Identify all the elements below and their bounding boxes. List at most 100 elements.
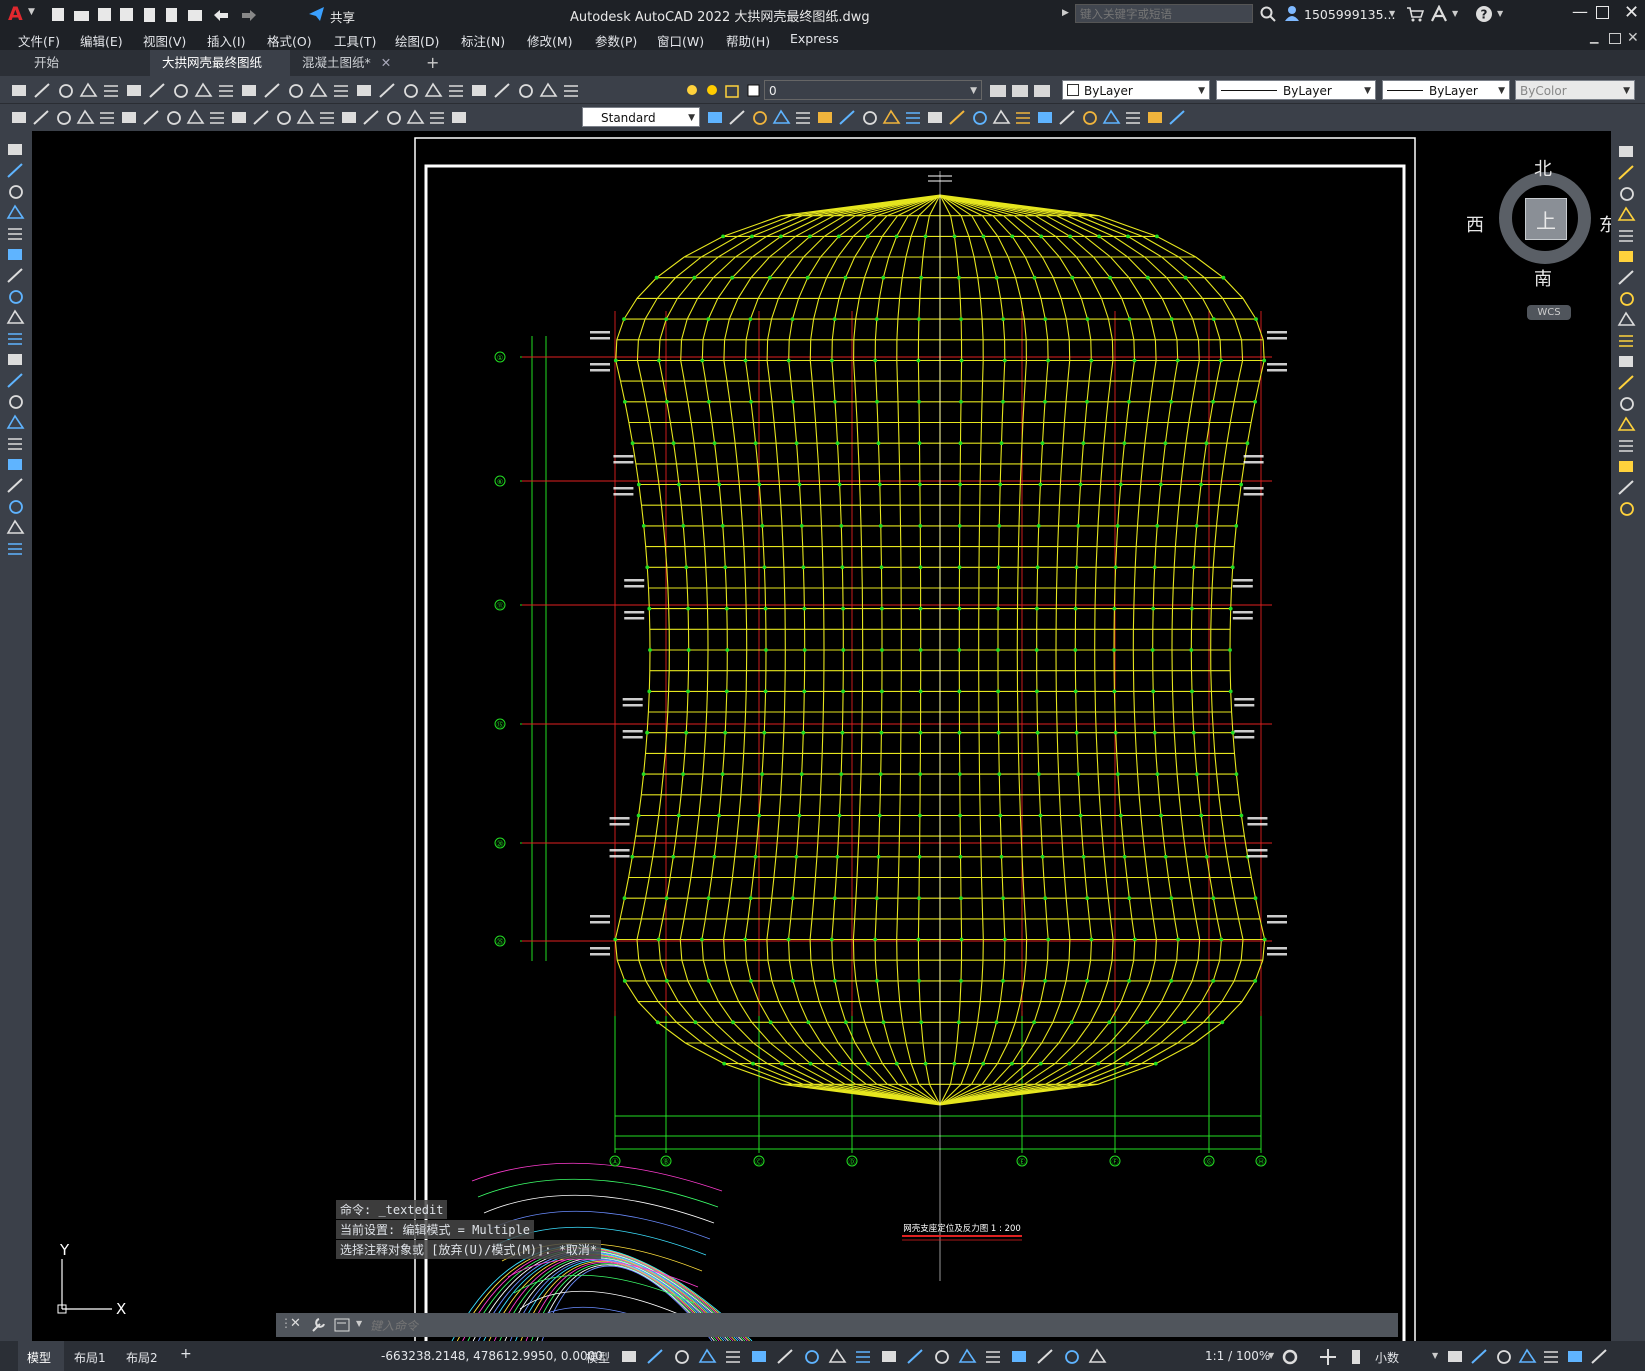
- layout-tab-layout1[interactable]: 布局1: [68, 1341, 116, 1371]
- gear-icon[interactable]: [1282, 1349, 1298, 1365]
- viewcube-top-face[interactable]: 上: [1525, 198, 1567, 240]
- plot-icon[interactable]: [79, 82, 98, 97]
- polygon-icon[interactable]: [6, 204, 25, 219]
- doc-restore-icon[interactable]: [1609, 33, 1621, 44]
- grid-icon[interactable]: [622, 1351, 636, 1362]
- publish-icon[interactable]: [127, 85, 141, 96]
- autodesk-app-icon[interactable]: [1430, 5, 1448, 23]
- selection-filter-icon[interactable]: [986, 1351, 1000, 1363]
- ellipse-icon[interactable]: [8, 333, 22, 345]
- new-file-icon[interactable]: [52, 8, 64, 21]
- search-expand-icon[interactable]: ▶: [1062, 8, 1069, 18]
- dim-style-icon[interactable]: [452, 112, 466, 123]
- minimize-icon[interactable]: —: [1572, 2, 1588, 21]
- gizmo-icon[interactable]: [1012, 1351, 1026, 1362]
- save-as-icon[interactable]: [120, 8, 133, 21]
- planar-surface-icon[interactable]: [882, 109, 901, 124]
- lineweight-dropdown[interactable]: ByLayer ▼: [1382, 80, 1510, 100]
- chevron-down-icon[interactable]: ▼: [1268, 1351, 1274, 1360]
- lock-ui-icon[interactable]: [1471, 1349, 1487, 1364]
- 3d-move-icon[interactable]: [1083, 111, 1097, 125]
- hatch-icon[interactable]: [8, 438, 22, 450]
- dynamic-ucs-icon[interactable]: [958, 1348, 977, 1363]
- open-icon[interactable]: [34, 83, 50, 98]
- torus-icon[interactable]: [818, 112, 832, 123]
- loft-icon[interactable]: [992, 109, 1011, 124]
- jogged-dim-icon[interactable]: [122, 112, 136, 123]
- plotstyle-dropdown[interactable]: ByColor ▼: [1515, 80, 1635, 100]
- layer-freeze-icon[interactable]: [707, 85, 717, 95]
- angular-dim-icon[interactable]: [167, 111, 181, 125]
- help-icon[interactable]: ?: [1475, 5, 1493, 23]
- textstyle-dropdown[interactable]: Standard ▼: [582, 107, 700, 127]
- copy-object-icon[interactable]: [1618, 165, 1634, 180]
- doc-close-icon[interactable]: ✕: [1627, 30, 1639, 46]
- zoom-realtime-icon[interactable]: [334, 85, 348, 97]
- hardware-acceleration-icon[interactable]: [1568, 1351, 1582, 1362]
- region-icon[interactable]: [7, 478, 23, 493]
- tab-start[interactable]: 开始: [22, 50, 152, 76]
- block-editor-icon[interactable]: [242, 85, 256, 96]
- properties-icon[interactable]: [404, 84, 418, 98]
- insert-block-icon[interactable]: [7, 373, 23, 388]
- user-icon[interactable]: [1284, 5, 1300, 22]
- stretch-icon[interactable]: [1617, 311, 1636, 326]
- markup-icon[interactable]: [494, 83, 510, 98]
- units-dropdown[interactable]: 小数: [1375, 1349, 1399, 1366]
- search-input[interactable]: [1075, 4, 1253, 23]
- sphere-icon[interactable]: [772, 109, 791, 124]
- tolerance-icon[interactable]: [296, 109, 315, 124]
- layer-lock-icon[interactable]: [725, 85, 739, 98]
- menu-insert[interactable]: 插入(I): [207, 31, 245, 50]
- zoom-window-icon[interactable]: [357, 85, 371, 96]
- clean-screen-icon[interactable]: [1544, 1351, 1558, 1363]
- object-snap-icon[interactable]: [828, 1348, 847, 1363]
- help-chevron-icon[interactable]: ▼: [1497, 9, 1503, 18]
- help-icon[interactable]: [539, 82, 558, 97]
- ordinate-dim-icon[interactable]: [76, 109, 95, 124]
- close-icon[interactable]: ✕: [290, 1316, 301, 1331]
- menu-tools[interactable]: 工具(T): [334, 31, 376, 50]
- arc-length-icon[interactable]: [57, 111, 71, 125]
- move-icon[interactable]: [1619, 251, 1633, 262]
- model-space-toggle[interactable]: 模型: [586, 1349, 610, 1366]
- new-tab-button[interactable]: +: [426, 53, 439, 72]
- make-block-icon[interactable]: [9, 395, 23, 409]
- tab-main-drawing[interactable]: 大拱网壳最终图纸*✕: [150, 50, 290, 96]
- isolate-icon[interactable]: [1352, 1350, 1360, 1364]
- chevron-down-icon[interactable]: ▼: [1432, 1351, 1438, 1360]
- join-icon[interactable]: [1617, 416, 1636, 431]
- jogged-linear-icon[interactable]: [363, 110, 379, 125]
- isodraft-icon[interactable]: [777, 1349, 793, 1364]
- menu-help[interactable]: 帮助(H): [726, 31, 770, 50]
- layer-properties-icon[interactable]: [990, 85, 1006, 97]
- annotation-scale[interactable]: 1:1 / 100%: [1205, 1349, 1270, 1363]
- share-button[interactable]: 共享: [330, 7, 355, 26]
- close-icon[interactable]: ✕: [1624, 2, 1639, 23]
- zoom-previous-icon[interactable]: [379, 83, 395, 98]
- cut-icon[interactable]: [149, 83, 165, 98]
- sheet-set-icon[interactable]: [472, 85, 486, 96]
- section-plane-icon[interactable]: [1148, 112, 1162, 123]
- dim-space-icon[interactable]: [253, 110, 269, 125]
- layout-tab-model[interactable]: 模型: [18, 1341, 64, 1371]
- share-icon[interactable]: [309, 7, 325, 21]
- menu-view[interactable]: 视图(V): [143, 31, 186, 50]
- selection-cycling-icon[interactable]: [907, 1349, 923, 1364]
- add-layout-button[interactable]: +: [180, 1346, 192, 1362]
- continue-dim-icon[interactable]: [232, 112, 246, 123]
- chamfer-icon[interactable]: [1619, 440, 1633, 452]
- break-icon[interactable]: [1620, 397, 1634, 411]
- auto-scale-icon[interactable]: [1065, 1350, 1079, 1364]
- union-icon[interactable]: [1016, 112, 1030, 124]
- viewcube[interactable]: 上 北 南 东 西 WCS: [1462, 151, 1611, 320]
- circle-icon[interactable]: [7, 268, 23, 283]
- menu-format[interactable]: 格式(O): [267, 31, 312, 50]
- dim-break-icon[interactable]: [277, 111, 291, 125]
- scale-icon[interactable]: [1620, 292, 1634, 306]
- app-logo-icon[interactable]: A: [8, 3, 23, 25]
- pyramid-icon[interactable]: [839, 110, 855, 125]
- transparency-icon[interactable]: [882, 1351, 896, 1362]
- compass-east[interactable]: 东: [1599, 211, 1611, 237]
- break-at-point-icon[interactable]: [1618, 375, 1634, 390]
